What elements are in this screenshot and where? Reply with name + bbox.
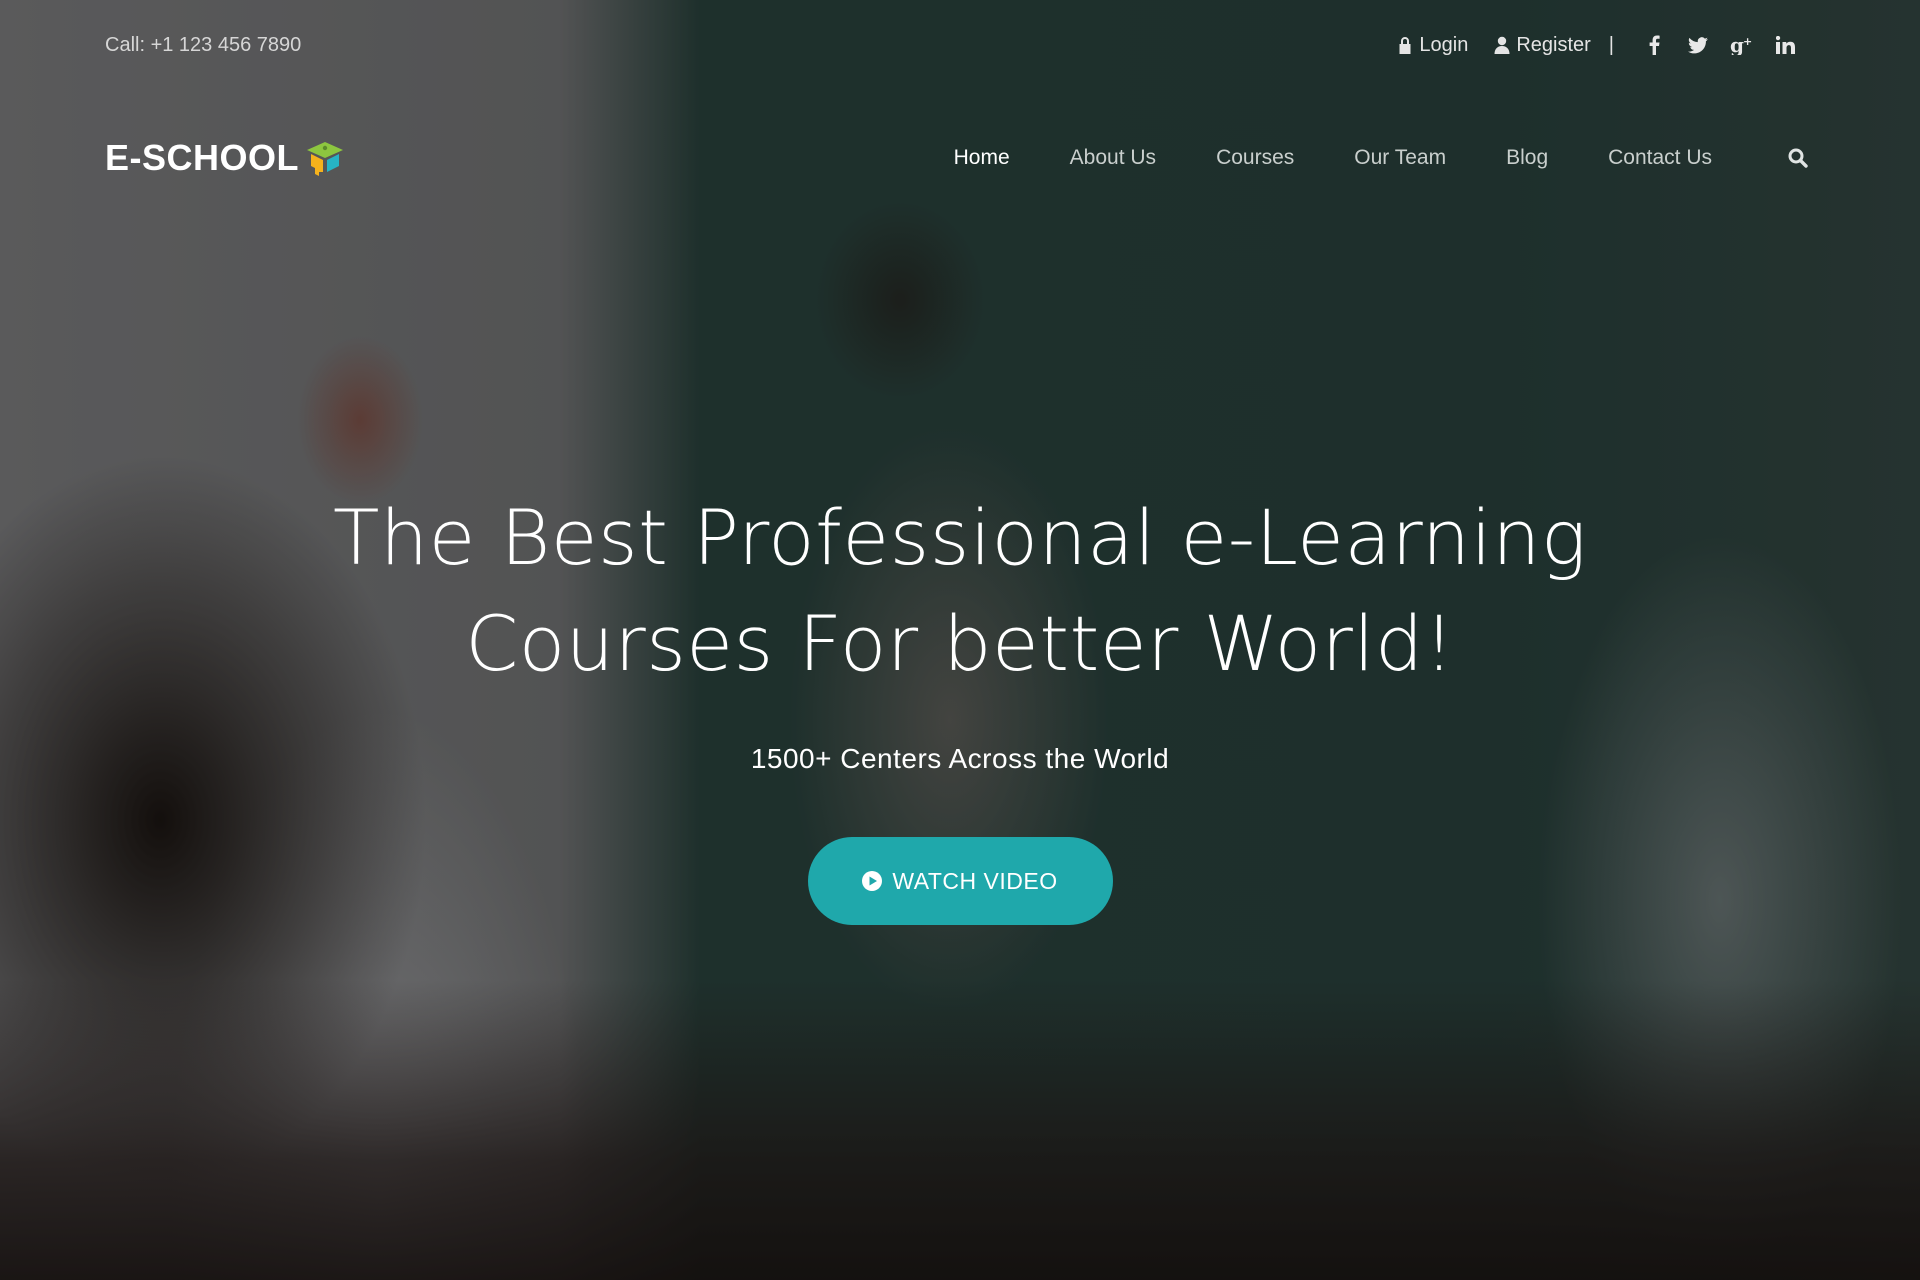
search-button[interactable] bbox=[1788, 148, 1808, 168]
main-navbar: E-SCHOOL Home About Us Courses Our Team … bbox=[105, 128, 1808, 188]
phone-number: Call: +1 123 456 7890 bbox=[105, 33, 302, 56]
svg-text:g: g bbox=[1730, 35, 1744, 55]
google-plus-icon[interactable]: g + bbox=[1720, 35, 1764, 55]
register-link[interactable]: Register bbox=[1494, 33, 1591, 57]
nav-item-about-us[interactable]: About Us bbox=[1070, 146, 1156, 170]
play-circle-icon bbox=[862, 871, 883, 891]
logo[interactable]: E-SCHOOL bbox=[105, 137, 345, 179]
register-label: Register bbox=[1516, 33, 1591, 56]
hero-subtitle: 1500+ Centers Across the World bbox=[750, 743, 1170, 774]
nav-item-contact-us[interactable]: Contact Us bbox=[1608, 146, 1712, 170]
nav-item-home[interactable]: Home bbox=[954, 146, 1010, 170]
graduation-cap-icon bbox=[307, 142, 344, 176]
hero-section: The Best Professional e-Learning Courses… bbox=[0, 485, 1920, 925]
watch-video-label: WATCH VIDEO bbox=[892, 867, 1058, 894]
top-bar-links: Login Register | g + bbox=[1397, 34, 1808, 57]
lock-icon bbox=[1399, 37, 1411, 54]
main-nav: Home About Us Courses Our Team Blog Cont… bbox=[894, 146, 1808, 170]
user-icon bbox=[1494, 36, 1510, 54]
logo-text: E-SCHOOL bbox=[105, 137, 300, 178]
hero-title: The Best Professional e-Learning Courses… bbox=[260, 485, 1660, 697]
hero-title-line-2: Courses For better World! bbox=[465, 599, 1455, 688]
hero-title-line-1: The Best Professional e-Learning bbox=[333, 493, 1587, 582]
top-bar: Call: +1 123 456 7890 Login Register | g… bbox=[105, 28, 1808, 62]
login-link[interactable]: Login bbox=[1397, 34, 1468, 57]
facebook-icon[interactable] bbox=[1632, 35, 1676, 55]
nav-item-blog[interactable]: Blog bbox=[1506, 146, 1548, 170]
nav-item-our-team[interactable]: Our Team bbox=[1354, 146, 1446, 170]
twitter-icon[interactable] bbox=[1676, 36, 1720, 54]
svg-text:+: + bbox=[1743, 35, 1752, 48]
login-label: Login bbox=[1419, 33, 1469, 56]
divider: | bbox=[1608, 33, 1614, 56]
nav-item-courses[interactable]: Courses bbox=[1216, 146, 1294, 170]
search-icon bbox=[1788, 148, 1808, 168]
linkedin-icon[interactable] bbox=[1764, 36, 1808, 54]
watch-video-button[interactable]: WATCH VIDEO bbox=[807, 837, 1113, 925]
